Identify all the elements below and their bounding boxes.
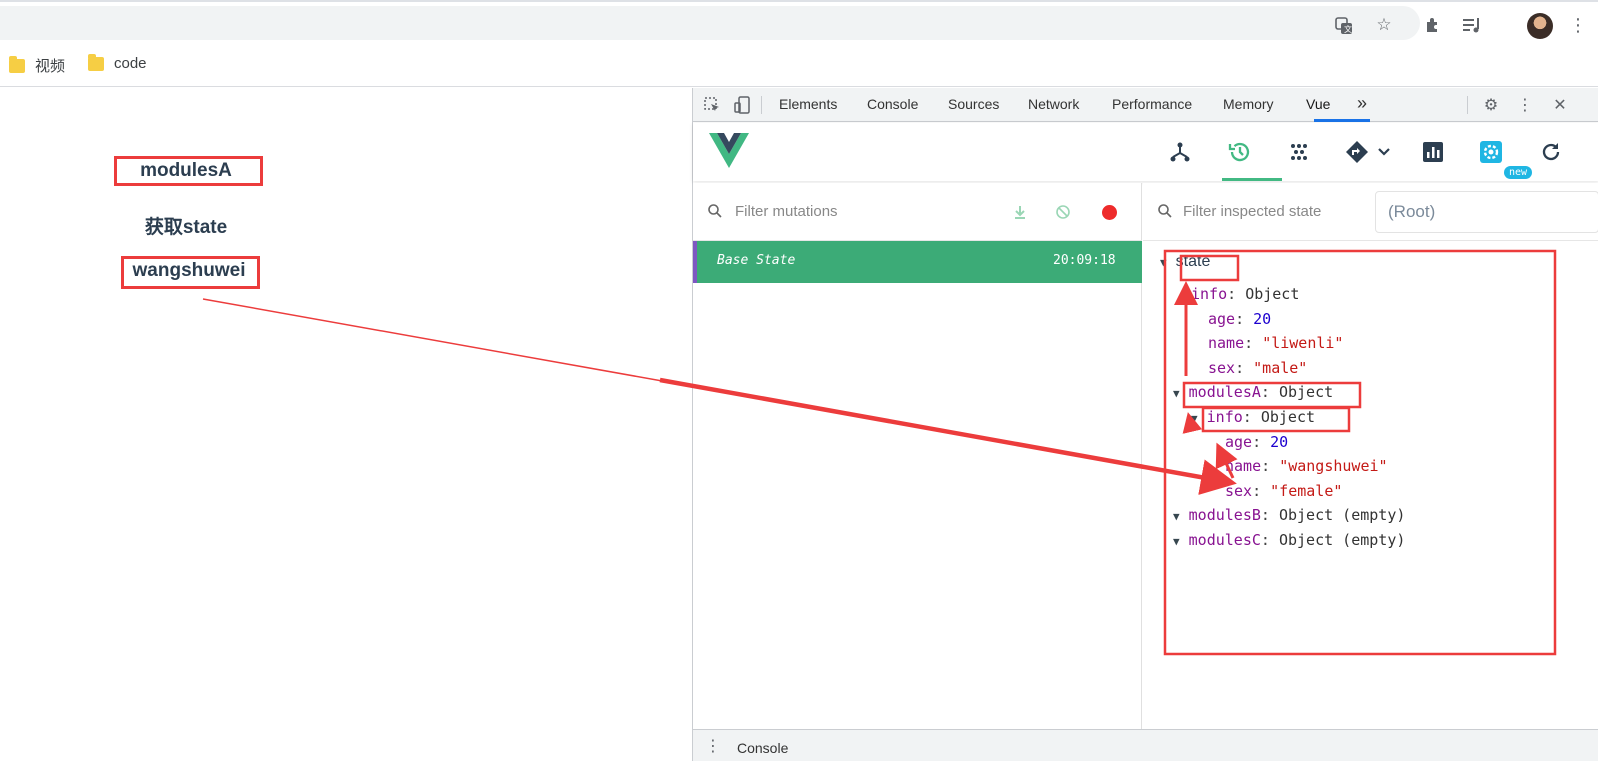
expand-arrow-icon[interactable]: ▼ xyxy=(1173,535,1180,548)
profile-avatar[interactable] xyxy=(1527,13,1553,39)
base-state-row[interactable]: Base State 20:09:18 xyxy=(693,241,1142,283)
tree-row-info-sex: sex: "male" xyxy=(1208,359,1308,377)
tab-network[interactable]: Network xyxy=(1028,96,1079,112)
expand-arrow-icon[interactable]: ▼ xyxy=(1173,510,1180,523)
tree-row-modulesA-sex: sex: "female" xyxy=(1225,482,1343,500)
console-drawer-label: Console xyxy=(737,740,789,756)
drawer-menu-icon[interactable]: ⋮ xyxy=(701,734,725,758)
expand-arrow-icon[interactable]: ▼ xyxy=(1173,387,1180,400)
vuex-history-icon[interactable] xyxy=(1225,137,1255,167)
filter-mutations-input[interactable]: Filter mutations xyxy=(735,203,838,220)
search-icon xyxy=(707,203,725,221)
performance-chart-icon[interactable] xyxy=(1418,137,1448,167)
tree-row-state[interactable]: ▼ state xyxy=(1160,252,1210,271)
tree-row-modulesA[interactable]: ▼ modulesA: Object xyxy=(1173,383,1333,401)
annotation-box xyxy=(121,256,260,289)
tab-strip-edge xyxy=(0,0,1598,2)
routing-icon[interactable] xyxy=(1342,137,1372,167)
tree-row-info[interactable]: info: Object xyxy=(1191,285,1299,303)
folder-icon xyxy=(9,55,25,73)
bookmark-label: 视频 xyxy=(35,58,66,75)
search-icon xyxy=(1157,203,1175,221)
routing-dropdown-chevron-icon[interactable] xyxy=(1369,137,1399,167)
tree-row-info-name: name: "liwenli" xyxy=(1208,334,1344,352)
annotation-box xyxy=(114,156,263,186)
active-view-indicator xyxy=(1222,178,1282,181)
new-badge: new xyxy=(1504,166,1533,179)
vue-devtools-header: new xyxy=(693,123,1598,181)
translate-icon[interactable]: 文 xyxy=(1331,13,1357,39)
state-filter-row: Filter inspected state (Root) xyxy=(1143,183,1598,241)
inspect-element-icon[interactable] xyxy=(700,93,724,117)
tree-row-modulesA-age: age: 20 xyxy=(1225,433,1289,451)
refresh-icon[interactable] xyxy=(1536,137,1566,167)
chrome-menu-icon[interactable]: ⋮ xyxy=(1565,12,1591,38)
mutations-pane: Filter mutations Base State 20:09:18 xyxy=(693,183,1142,731)
tree-row-modulesA-name: name: "wangshuwei" xyxy=(1225,457,1388,475)
components-icon[interactable] xyxy=(1165,137,1195,167)
settings-icon[interactable] xyxy=(1476,137,1506,167)
close-icon[interactable]: ✕ xyxy=(1548,93,1572,117)
events-icon[interactable] xyxy=(1284,137,1314,167)
more-tabs-icon[interactable]: » xyxy=(1357,93,1367,114)
extensions-icon[interactable] xyxy=(1420,12,1446,38)
bookmark-folder[interactable]: code xyxy=(88,53,147,72)
svg-text:文: 文 xyxy=(1344,24,1352,34)
filter-state-input[interactable]: Filter inspected state xyxy=(1183,203,1321,220)
vue-logo-icon xyxy=(709,133,749,168)
record-toggle-icon[interactable] xyxy=(1102,205,1117,220)
devtools-panel: Elements Console Sources Network Perform… xyxy=(692,88,1598,761)
tree-row-info-age: age: 20 xyxy=(1208,310,1272,328)
devtools-tab-bar: Elements Console Sources Network Perform… xyxy=(693,88,1598,122)
tab-vue[interactable]: Vue xyxy=(1306,96,1330,112)
tree-row-modulesC[interactable]: ▼ modulesC: Object (empty) xyxy=(1173,531,1405,549)
address-bar[interactable] xyxy=(0,6,1420,40)
tab-console[interactable]: Console xyxy=(867,96,918,112)
expand-arrow-icon[interactable]: ▼ xyxy=(1191,412,1198,425)
base-state-time: 20:09:18 xyxy=(1053,253,1116,268)
tab-sources[interactable]: Sources xyxy=(948,96,999,112)
app-page: modulesA 获取state wangshuwei xyxy=(0,88,692,761)
get-state-button[interactable]: 获取state xyxy=(117,212,255,239)
browser-toolbar: 文 ☆ ⋮ xyxy=(0,0,1598,43)
bookmark-folder[interactable]: 视频 xyxy=(9,55,65,76)
bookmark-label: code xyxy=(114,55,147,72)
mutations-filter-row: Filter mutations xyxy=(693,183,1142,241)
root-selector[interactable]: (Root) xyxy=(1375,191,1598,233)
divider xyxy=(1467,96,1468,114)
revert-all-icon[interactable] xyxy=(1051,200,1075,224)
commit-all-icon[interactable] xyxy=(1008,200,1032,224)
folder-icon xyxy=(88,53,104,71)
tab-memory[interactable]: Memory xyxy=(1223,96,1274,112)
tree-row-modulesB[interactable]: ▼ modulesB: Object (empty) xyxy=(1173,506,1405,524)
expand-arrow-icon[interactable]: ▼ xyxy=(1160,256,1167,269)
divider xyxy=(761,96,762,114)
tab-performance[interactable]: Performance xyxy=(1112,96,1192,112)
bookmarks-bar: 视频 code xyxy=(0,43,1598,87)
active-tab-indicator xyxy=(1314,119,1370,122)
bookmark-star-icon[interactable]: ☆ xyxy=(1371,12,1397,38)
settings-gear-icon[interactable]: ⚙ xyxy=(1479,93,1503,117)
console-drawer-bar[interactable]: ⋮ Console xyxy=(693,729,1598,761)
tab-elements[interactable]: Elements xyxy=(779,96,837,112)
state-inspector-pane: Filter inspected state (Root) ▼ state in… xyxy=(1143,183,1598,731)
tree-row-modulesA-info[interactable]: ▼ info: Object xyxy=(1191,408,1315,426)
more-options-icon[interactable]: ⋮ xyxy=(1513,93,1537,117)
base-state-label: Base State xyxy=(717,253,796,268)
device-toolbar-icon[interactable] xyxy=(730,93,754,117)
media-queue-icon[interactable] xyxy=(1459,12,1485,38)
